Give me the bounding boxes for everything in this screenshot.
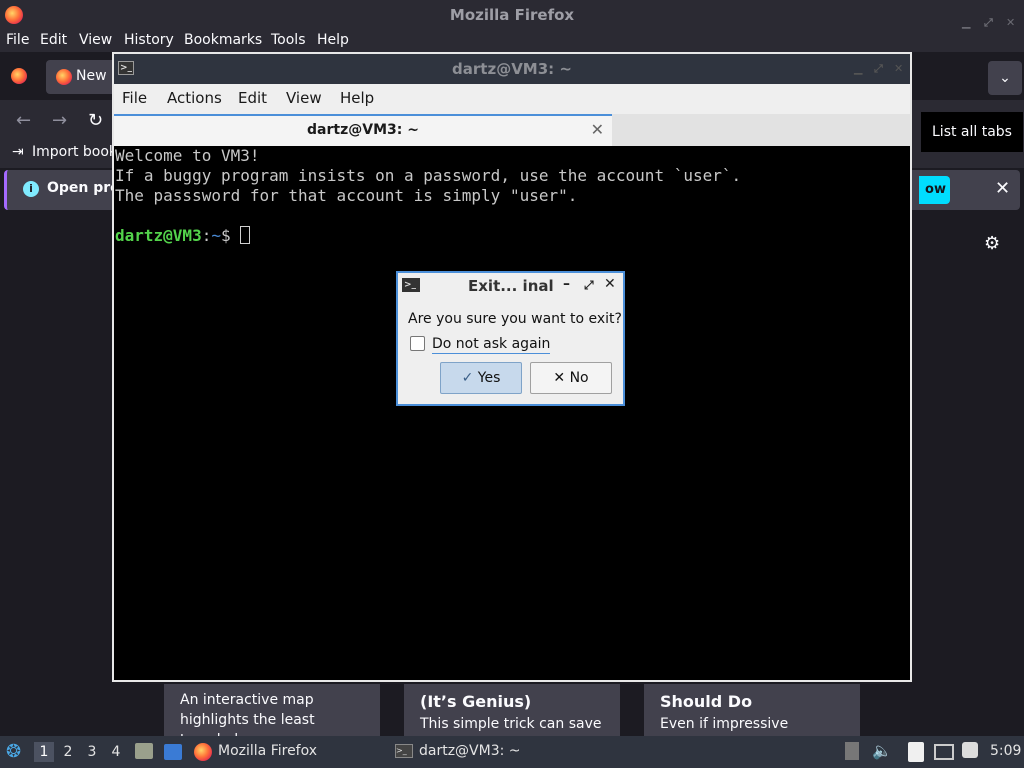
prompt-symbol: $ — [220, 226, 231, 245]
file-manager-icon[interactable] — [135, 743, 153, 759]
do-not-ask-checkbox[interactable] — [410, 336, 425, 351]
terminal-menu-actions[interactable]: Actions — [167, 89, 222, 107]
firefox-menubar: File Edit View History Bookmarks Tools H… — [0, 30, 1024, 52]
terminal-line: If a buggy program insists on a password… — [115, 166, 742, 185]
check-icon: ✓ — [461, 370, 474, 386]
minimize-icon[interactable]: – — [563, 276, 570, 292]
firefox-logo-icon — [5, 6, 23, 24]
prompt-path: ~ — [211, 226, 221, 245]
workspace-1[interactable]: 1 — [34, 742, 54, 762]
close-icon[interactable]: ✕ — [894, 54, 903, 84]
terminal-menu-view[interactable]: View — [286, 89, 322, 107]
menu-edit[interactable]: Edit — [40, 32, 67, 48]
firefox-window-title: Mozilla Firefox — [449, 6, 575, 24]
menu-history[interactable]: History — [124, 32, 174, 48]
taskbar-terminal[interactable]: dartz@VM3: ~ — [419, 743, 521, 759]
taskbar-firefox[interactable]: Mozilla Firefox — [218, 743, 317, 759]
forward-icon[interactable]: → — [52, 110, 67, 131]
notification-action-button[interactable]: ow — [919, 176, 950, 204]
prompt-user: dartz@VM3 — [115, 226, 202, 245]
story-card-text: Even if impressive — [660, 716, 789, 732]
taskbar: ❂ 1 2 3 4 Mozilla Firefox >_ dartz@VM3: … — [0, 736, 1024, 768]
volume-icon[interactable]: 🔈 — [872, 741, 892, 760]
dialog-title: Exit... inal — [468, 277, 554, 295]
terminal-tabbar: dartz@VM3: ~ ✕ — [114, 114, 910, 146]
dialog-titlebar[interactable]: >_ Exit... inal – ⤢ ✕ — [398, 273, 623, 299]
notification-icon[interactable] — [962, 742, 978, 758]
close-tab-icon[interactable]: ✕ — [591, 116, 604, 144]
clipboard-icon[interactable] — [908, 742, 924, 762]
terminal-cursor — [240, 226, 251, 244]
terminal-menu-help[interactable]: Help — [340, 89, 374, 107]
close-icon[interactable]: ✕ — [604, 276, 616, 292]
story-card[interactable]: Should Do Even if impressive — [644, 684, 860, 736]
yes-button[interactable]: ✓ Yes — [440, 362, 522, 394]
terminal-icon: >_ — [402, 278, 420, 292]
import-icon: ⇥ — [12, 144, 24, 160]
maximize-icon[interactable]: ⤢ — [584, 278, 594, 293]
network-icon[interactable] — [934, 744, 954, 760]
story-card-title: Should Do — [660, 692, 753, 711]
no-button-label: No — [569, 370, 589, 386]
back-icon[interactable]: ← — [16, 110, 31, 131]
terminal-tab[interactable]: dartz@VM3: ~ ✕ — [114, 114, 612, 146]
desktop-icon[interactable] — [164, 744, 182, 760]
story-card-title: (It’s Genius) — [420, 692, 532, 711]
workspace-3[interactable]: 3 — [82, 742, 102, 762]
workspace-2[interactable]: 2 — [58, 742, 78, 762]
terminal-line: Welcome to VM3! — [115, 146, 260, 165]
no-button[interactable]: ✕ No — [530, 362, 612, 394]
tab-label: New — [76, 68, 107, 84]
list-all-tabs-tooltip: List all tabs — [921, 112, 1023, 152]
list-all-tabs-button[interactable]: ⌄ — [988, 61, 1022, 95]
info-icon: i — [23, 181, 39, 197]
terminal-taskbar-icon: >_ — [395, 744, 413, 758]
prompt-colon: : — [201, 226, 212, 245]
menu-file[interactable]: File — [6, 32, 29, 48]
terminal-titlebar[interactable]: >_ dartz@VM3: ~ ▁ ⤢ ✕ — [114, 54, 910, 84]
tab-favicon-icon — [56, 69, 72, 85]
terminal-prompt: dartz@VM3:~$ — [115, 226, 251, 246]
dialog-question: Are you sure you want to exit? — [408, 311, 622, 327]
upload-icon[interactable] — [845, 742, 859, 760]
story-card-text: An interactive map highlights the least … — [180, 692, 315, 736]
do-not-ask-label[interactable]: Do not ask again — [432, 336, 551, 354]
terminal-window-title: dartz@VM3: ~ — [452, 60, 572, 78]
story-card[interactable]: (It’s Genius) This simple trick can save — [404, 684, 620, 736]
story-card-text: This simple trick can save — [420, 716, 602, 732]
exit-dialog: >_ Exit... inal – ⤢ ✕ Are you sure you w… — [396, 271, 625, 406]
menu-bookmarks[interactable]: Bookmarks — [184, 32, 262, 48]
x-icon: ✕ — [553, 370, 566, 386]
import-bookmarks-link[interactable]: Import book — [32, 144, 117, 160]
notification-text: Open pre — [47, 180, 120, 196]
menu-help[interactable]: Help — [317, 32, 349, 48]
terminal-menu-edit[interactable]: Edit — [238, 89, 267, 107]
clock[interactable]: 5:09 — [990, 743, 1021, 759]
terminal-line: The passsword for that account is simply… — [115, 186, 578, 205]
yes-button-label: Yes — [477, 370, 501, 386]
firefox-taskbar-icon — [194, 743, 212, 761]
workspace-4[interactable]: 4 — [106, 742, 126, 762]
terminal-tab-label: dartz@VM3: ~ — [307, 122, 419, 138]
minimize-icon[interactable]: ▁ — [854, 54, 862, 84]
firefox-view-icon[interactable] — [11, 68, 27, 84]
firefox-tab-new[interactable]: New — [46, 60, 116, 94]
story-card[interactable]: An interactive map highlights the least … — [164, 684, 380, 736]
terminal-screen[interactable]: Welcome to VM3! If a buggy program insis… — [114, 146, 910, 680]
close-icon[interactable]: ✕ — [995, 178, 1010, 199]
firefox-titlebar: Mozilla Firefox ▁ ⤢ ✕ — [0, 0, 1024, 30]
gear-icon[interactable]: ⚙ — [984, 233, 1000, 254]
terminal-icon: >_ — [118, 61, 134, 75]
terminal-menu-file[interactable]: File — [122, 89, 147, 107]
start-menu-icon[interactable]: ❂ — [6, 741, 21, 762]
terminal-menubar: File Actions Edit View Help — [114, 84, 910, 114]
menu-tools[interactable]: Tools — [271, 32, 306, 48]
maximize-icon[interactable]: ⤢ — [874, 54, 883, 84]
reload-icon[interactable]: ↻ — [88, 110, 103, 131]
chevron-down-icon: ⌄ — [999, 70, 1011, 86]
menu-view[interactable]: View — [79, 32, 112, 48]
